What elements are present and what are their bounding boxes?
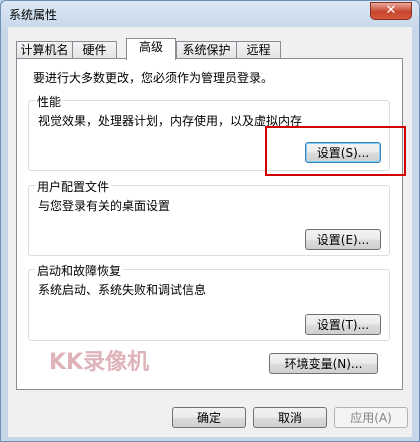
watermark-text: KK录像机	[49, 350, 150, 375]
ok-button[interactable]: 确定	[172, 407, 246, 428]
environment-variables-button[interactable]: 环境变量(N)...	[269, 353, 378, 374]
user-profiles-settings-button[interactable]: 设置(E)...	[305, 229, 381, 250]
user-profiles-description: 与您登录有关的桌面设置	[38, 199, 171, 213]
advanced-tab-panel: 要进行大多数更改，您必须作为管理员登录。 性能 视觉效果，处理器计划，内存使用，…	[16, 58, 403, 390]
window-title: 系统属性	[9, 8, 58, 22]
title-bar[interactable]: 系统属性 ✕	[1, 1, 419, 29]
performance-description: 视觉效果，处理器计划，内存使用，以及虚拟内存	[38, 114, 303, 128]
highlight-annotation-box	[265, 126, 406, 176]
performance-title: 性能	[35, 93, 64, 110]
tab-advanced[interactable]: 高级	[126, 38, 176, 60]
user-profiles-title: 用户配置文件	[35, 178, 112, 195]
tab-remote[interactable]: 远程	[236, 41, 281, 59]
system-properties-window: 系统属性 ✕ 计算机名 硬件 高级 系统保护 远程 要进行大多数更改，您必须作为…	[0, 0, 420, 442]
startup-recovery-title: 启动和故障恢复	[35, 262, 124, 279]
close-button[interactable]: ✕	[370, 2, 412, 20]
tab-computer-name[interactable]: 计算机名	[16, 41, 73, 59]
startup-recovery-group: 启动和故障恢复 系统启动、系统失败和调试信息 设置(T)...	[28, 262, 390, 341]
cancel-button[interactable]: 取消	[253, 407, 327, 428]
tab-system-protection[interactable]: 系统保护	[176, 41, 237, 59]
close-icon: ✕	[385, 3, 397, 18]
admin-note: 要进行大多数更改，您必须作为管理员登录。	[33, 71, 274, 85]
startup-recovery-description: 系统启动、系统失败和调试信息	[38, 283, 207, 297]
startup-recovery-settings-button[interactable]: 设置(T)...	[305, 314, 381, 335]
apply-button[interactable]: 应用(A)	[334, 407, 408, 428]
tab-hardware[interactable]: 硬件	[72, 41, 117, 59]
user-profiles-group: 用户配置文件 与您登录有关的桌面设置 设置(E)...	[28, 178, 390, 256]
